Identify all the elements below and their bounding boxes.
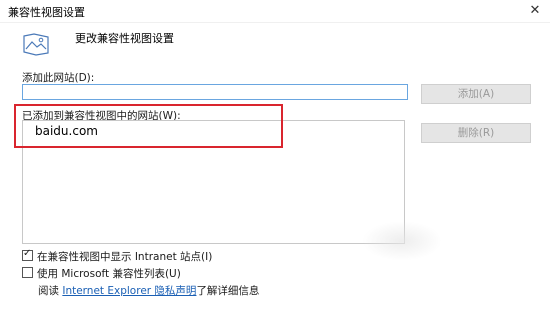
intranet-checkbox[interactable]: ✓ [22,248,33,261]
close-icon[interactable]: ✕ [520,0,550,22]
info-prefix: 阅读 [38,285,63,297]
add-site-label: 添加此网站(D): [22,72,95,84]
watermark [362,221,442,261]
ms-list-label: 使用 Microsoft 兼容性列表(U) [37,268,181,280]
add-site-input[interactable] [22,84,408,100]
privacy-link[interactable]: Internet Explorer 隐私声明 [62,285,196,297]
info-row: 阅读 Internet Explorer 隐私声明了解详细信息 [38,283,259,298]
add-button[interactable]: 添加(A) [421,84,531,104]
intranet-label: 在兼容性视图中显示 Intranet 站点(I) [37,251,213,263]
window-title: 兼容性视图设置 [8,6,85,19]
title-bar: 兼容性视图设置 ✕ [0,0,550,23]
remove-button[interactable]: 删除(R) [421,123,531,143]
checkmark-icon: ✓ [23,248,32,259]
ms-list-checkbox[interactable] [22,267,33,278]
highlight-annotation [14,104,283,148]
intranet-option[interactable]: ✓ 在兼容性视图中显示 Intranet 站点(I) [22,248,213,264]
info-suffix: 了解详细信息 [196,285,260,297]
compat-view-icon [23,33,49,56]
ms-list-option[interactable]: 使用 Microsoft 兼容性列表(U) [22,266,181,281]
header-text: 更改兼容性视图设置 [75,32,174,45]
